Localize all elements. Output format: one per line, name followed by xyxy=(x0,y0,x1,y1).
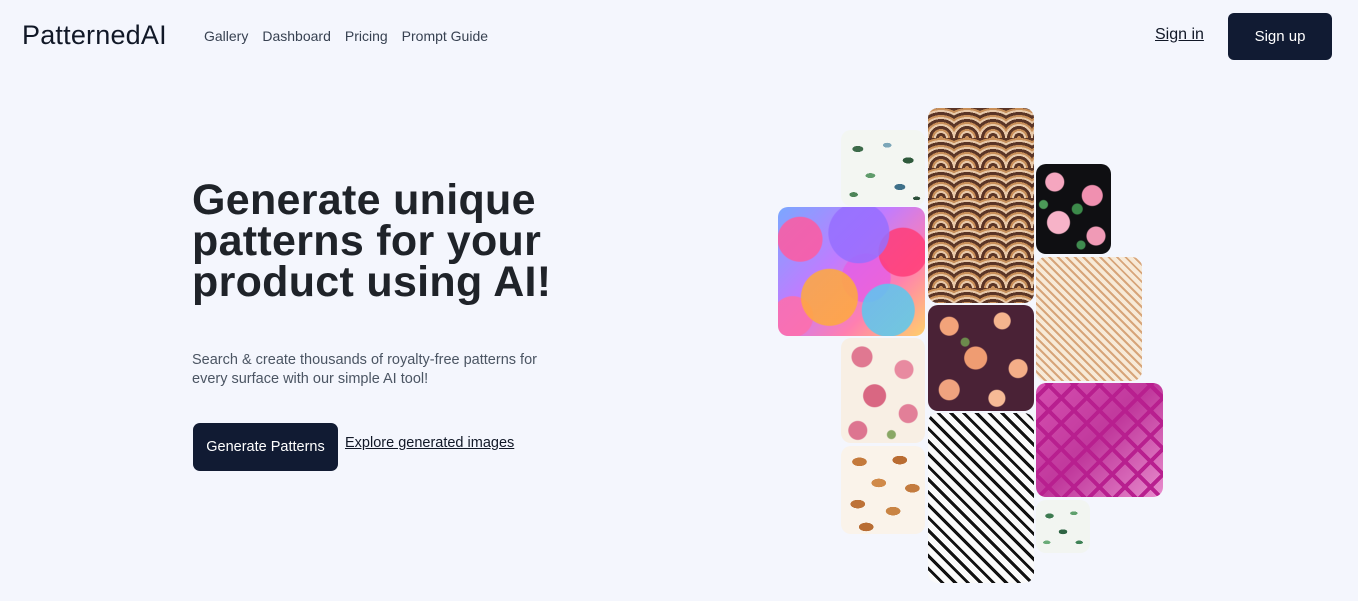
generate-patterns-button[interactable]: Generate Patterns xyxy=(193,423,338,471)
hero-subtitle: Search & create thousands of royalty-fre… xyxy=(192,352,537,387)
pattern-tile-roses-on-black[interactable] xyxy=(1036,164,1111,254)
hero-title: Generate unique patterns for your produc… xyxy=(192,176,552,306)
main-nav: Gallery Dashboard Pricing Prompt Guide xyxy=(204,28,488,44)
pattern-tile-watercolor-leaves[interactable] xyxy=(841,130,925,206)
pattern-tile-florals-on-plum[interactable] xyxy=(928,305,1034,411)
nav-gallery[interactable]: Gallery xyxy=(204,28,248,44)
nav-pricing[interactable]: Pricing xyxy=(345,28,388,44)
pattern-tile-pastries[interactable] xyxy=(841,446,925,534)
pattern-tile-art-deco-fans[interactable] xyxy=(928,108,1034,303)
nav-dashboard[interactable]: Dashboard xyxy=(262,28,331,44)
sign-in-link[interactable]: Sign in xyxy=(1155,26,1204,44)
pattern-tile-colorful-circles[interactable] xyxy=(778,207,925,336)
pattern-tile-black-white-diamonds[interactable] xyxy=(928,413,1034,583)
pattern-tile-roses-on-cream[interactable] xyxy=(841,338,925,443)
explore-generated-images-link[interactable]: Explore generated images xyxy=(345,435,514,451)
logo[interactable]: PatternedAI xyxy=(22,20,167,51)
pattern-tile-green-leaves[interactable] xyxy=(1036,500,1090,553)
pattern-tile-magenta-lattice[interactable] xyxy=(1036,383,1163,497)
pattern-tile-gold-diamonds[interactable] xyxy=(1036,257,1142,381)
nav-prompt-guide[interactable]: Prompt Guide xyxy=(402,28,488,44)
sign-up-button[interactable]: Sign up xyxy=(1228,13,1332,60)
